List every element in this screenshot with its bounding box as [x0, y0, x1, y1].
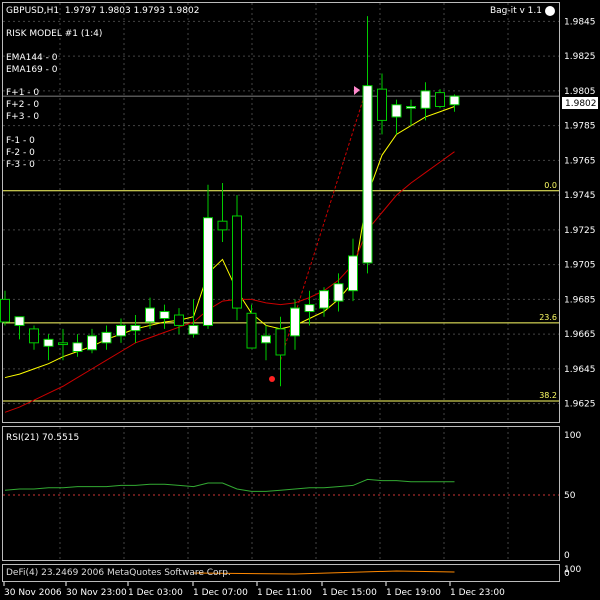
candle-body [449, 95, 460, 106]
candle-body [319, 290, 329, 309]
buy-marker-icon [269, 376, 275, 382]
price-tick: 1.9745 [564, 191, 596, 201]
fminus1-label: F-1 - 0 [6, 136, 35, 146]
price-tick: 1.9825 [564, 52, 596, 62]
candle-body [304, 304, 315, 313]
candle-body [14, 316, 25, 326]
candle-body [232, 215, 242, 309]
bottom-panel-title: DeFi(4) 23.2469 2006 MetaQuotes Software… [6, 568, 231, 578]
rsi-line: 100 50 0 [3, 431, 581, 561]
candle-body [275, 328, 286, 356]
candle-body [290, 307, 300, 337]
candle-body [406, 106, 416, 109]
rsi-tick: 50 [564, 491, 576, 501]
rsi-pane-border [2, 426, 560, 561]
time-tick: 1 Dec 23:00 [450, 588, 505, 598]
fminus2-label: F-2 - 0 [6, 148, 35, 158]
current-price-label: 1.9802 [565, 99, 597, 109]
fplus2-label: F+2 - 0 [6, 100, 40, 110]
rsi-tick: 0 [564, 551, 570, 561]
candle-body [420, 90, 431, 109]
candle-body [391, 104, 402, 118]
candle-body [29, 328, 39, 344]
price-tick: 1.9685 [564, 295, 596, 305]
candle-body [261, 335, 271, 344]
ema144-label: EMA144 - 0 [6, 53, 58, 63]
candle-body [348, 255, 358, 292]
grid [3, 3, 559, 560]
price-tick: 1.9845 [564, 17, 596, 27]
candle-body [58, 342, 68, 346]
price-tick: 1.9805 [564, 87, 596, 97]
candle-body [203, 217, 213, 326]
candle-body [174, 314, 184, 326]
candle-body [116, 324, 126, 337]
time-tick: 1 Dec 07:00 [193, 588, 248, 598]
candle-body [362, 85, 373, 264]
bottom-series [193, 570, 455, 575]
rsi-series [4, 478, 455, 492]
time-tick: 1 Dec 19:00 [386, 588, 441, 598]
price-axis: 1.9845 1.9825 1.9805 1.9785 1.9765 1.9745 1.97… [564, 17, 596, 409]
candle-body [246, 312, 257, 349]
fib-label: 38.2 [539, 391, 557, 400]
time-tick: 30 Nov 2006 [4, 588, 62, 598]
sell-arrow-icon [354, 86, 360, 95]
ema-lines [4, 85, 455, 413]
candle-body [145, 307, 155, 323]
fplus3-label: F+3 - 0 [6, 112, 40, 122]
fib-label: 23.6 [539, 313, 557, 322]
fminus3-label: F-3 - 0 [6, 160, 35, 170]
price-tick: 1.9705 [564, 261, 596, 271]
fib-label: 0.0 [544, 181, 557, 190]
candle-body [130, 324, 141, 332]
time-tick: 1 Dec 15:00 [322, 588, 377, 598]
candle-body [87, 335, 97, 351]
ema169-label: EMA169 - 0 [6, 65, 58, 75]
candle-body [159, 311, 170, 319]
rsi-title: RSI(21) 70.5515 [6, 433, 80, 443]
risk-model-label: RISK MODEL #1 (1:4) [6, 29, 103, 39]
price-tick: 1.9665 [564, 330, 596, 340]
time-axis: 30 Nov 2006 30 Nov 23:00 1 Dec 03:00 1 Dec … [3, 582, 505, 598]
candle-body [101, 331, 112, 344]
candle-body [377, 88, 387, 121]
candle-body [435, 92, 445, 108]
price-tick: 1.9765 [564, 156, 596, 166]
bottom-tick: 100 [564, 565, 581, 575]
price-tick: 1.9645 [564, 365, 596, 375]
ema-fast-line [4, 106, 455, 379]
candle-body [333, 283, 344, 302]
candle-body [217, 220, 228, 231]
time-tick: 1 Dec 11:00 [257, 588, 312, 598]
current-price-tag: 1.9802 [562, 97, 598, 109]
candle-body [0, 298, 10, 323]
price-tick: 1.9625 [564, 400, 596, 410]
bottom-indicator-line: 0100 [193, 565, 581, 579]
price-tick: 1.9785 [564, 122, 596, 132]
candle-body [72, 342, 83, 352]
candles [0, 16, 460, 387]
time-tick: 1 Dec 03:00 [128, 588, 183, 598]
chart-header: GBPUSD,H1 1.9797 1.9803 1.9793 1.9802 [6, 6, 200, 16]
fplus1-label: F+1 - 0 [6, 88, 40, 98]
chart-canvas[interactable]: 0.023.638.2 100500 0100 1.98451.98251.98… [0, 0, 600, 600]
candle-body [43, 338, 54, 347]
candle-body [188, 324, 199, 335]
indicator-name: Bag-it v 1.1 [489, 6, 542, 16]
price-tick: 1.9725 [564, 226, 596, 236]
rsi-tick: 100 [564, 431, 581, 441]
settings-icon[interactable] [545, 6, 555, 16]
time-tick: 30 Nov 23:00 [66, 588, 127, 598]
